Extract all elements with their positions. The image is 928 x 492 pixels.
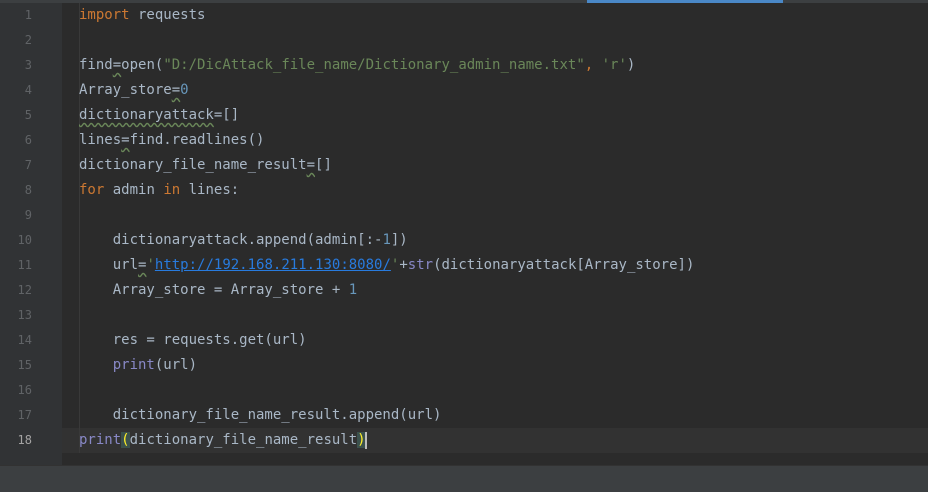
code-line-5[interactable]: dictionaryattack=[] <box>79 103 239 128</box>
line-number: 11 <box>17 258 32 272</box>
line-number: 4 <box>24 83 32 97</box>
code-text: = <box>306 157 316 173</box>
code-text: lines: <box>180 182 240 198</box>
code-text: admin <box>104 182 164 198</box>
text-caret <box>364 431 367 449</box>
code-text: =[] <box>213 107 240 123</box>
line-number: 10 <box>17 233 32 247</box>
code-text: + <box>399 257 408 273</box>
code-text: find <box>79 57 113 73</box>
code-line-8[interactable]: for admin in lines: <box>79 178 239 203</box>
number-literal: 1 <box>382 232 391 248</box>
keyword-for: for <box>79 182 105 198</box>
line-number: 17 <box>17 408 32 422</box>
code-line-4[interactable]: Array_store=0 <box>79 78 189 103</box>
code-text: dictionary_file_name_result <box>129 432 358 448</box>
line-number: 5 <box>24 108 32 122</box>
url-link[interactable]: http://192.168.211.130:8080/ <box>155 257 391 273</box>
code-text: lines <box>79 132 122 148</box>
matched-brace: ( <box>121 432 130 448</box>
builtin-str: str <box>407 257 434 273</box>
keyword-import: import <box>79 7 130 23</box>
code-text: Array_store <box>79 82 172 98</box>
code-line-10[interactable]: dictionaryattack.append(admin[:-1]) <box>79 228 408 253</box>
code-text: dictionary_file_name_result <box>79 157 307 173</box>
code-editor[interactable]: import requests find=open("D:/DicAttack_… <box>62 3 928 465</box>
line-number: 1 <box>24 8 32 22</box>
code-text: ) <box>626 57 636 73</box>
code-text: (dictionaryattack[Array_store]) <box>433 257 695 273</box>
string-literal: ' <box>146 257 155 273</box>
code-line-17[interactable]: dictionary_file_name_result.append(url) <box>79 403 442 428</box>
line-number: 15 <box>17 358 32 372</box>
code-line-12[interactable]: Array_store = Array_store + 1 <box>79 278 357 303</box>
keyword-in: in <box>163 182 181 198</box>
number-literal: 1 <box>348 282 358 298</box>
number-literal: 0 <box>180 82 189 98</box>
code-text: (url) <box>154 357 198 373</box>
code-line-7[interactable]: dictionary_file_name_result=[] <box>79 153 332 178</box>
code-text: [] <box>315 157 332 173</box>
code-line-11[interactable]: url='http://192.168.211.130:8080/'+str(d… <box>79 253 695 278</box>
line-number: 13 <box>17 308 32 322</box>
code-text: url <box>79 257 139 273</box>
code-line-14[interactable]: res = requests.get(url) <box>79 328 307 353</box>
code-text: ]) <box>390 232 408 248</box>
code-text: requests <box>129 7 206 23</box>
code-text: dictionaryattack.append(admin[:- <box>79 232 383 248</box>
code-line-3[interactable]: find=open("D:/DicAttack_file_name/Dictio… <box>79 53 635 78</box>
builtin-print: print <box>112 357 155 373</box>
code-text: Array_store = Array_store + <box>79 282 349 298</box>
code-text: res = requests.get(url) <box>79 332 307 348</box>
line-number: 9 <box>24 208 32 222</box>
code-line-6[interactable]: lines=find.readlines() <box>79 128 264 153</box>
code-text: open( <box>121 57 164 73</box>
code-text: find.readlines() <box>129 132 265 148</box>
line-number: 12 <box>17 283 32 297</box>
line-number-gutter[interactable]: 1 2 3 4 5 6 7 8 9 10 11 12 13 14 15 16 1… <box>0 3 75 465</box>
code-text: = <box>121 132 130 148</box>
line-number: 2 <box>24 33 32 47</box>
code-text: , <box>584 57 602 73</box>
code-line-15[interactable]: print(url) <box>79 353 197 378</box>
status-bar <box>0 465 928 492</box>
code-line-1[interactable]: import requests <box>79 3 205 28</box>
line-number: 6 <box>24 133 32 147</box>
string-literal: 'r' <box>601 57 627 73</box>
string-literal: "D:/DicAttack_file_name/Dictionary_admin… <box>163 57 585 73</box>
code-text: = <box>171 82 181 98</box>
line-number: 16 <box>17 383 32 397</box>
line-number: 7 <box>24 158 32 172</box>
line-number: 8 <box>24 183 32 197</box>
code-line-18[interactable]: print(dictionary_file_name_result) <box>79 428 367 453</box>
code-text: dictionaryattack <box>79 107 214 123</box>
line-number-current: 18 <box>17 433 32 447</box>
line-number: 3 <box>24 58 32 72</box>
code-text: dictionary_file_name_result.append(url) <box>79 407 442 423</box>
builtin-print: print <box>79 432 122 448</box>
line-number: 14 <box>17 333 32 347</box>
code-text: = <box>112 57 122 73</box>
